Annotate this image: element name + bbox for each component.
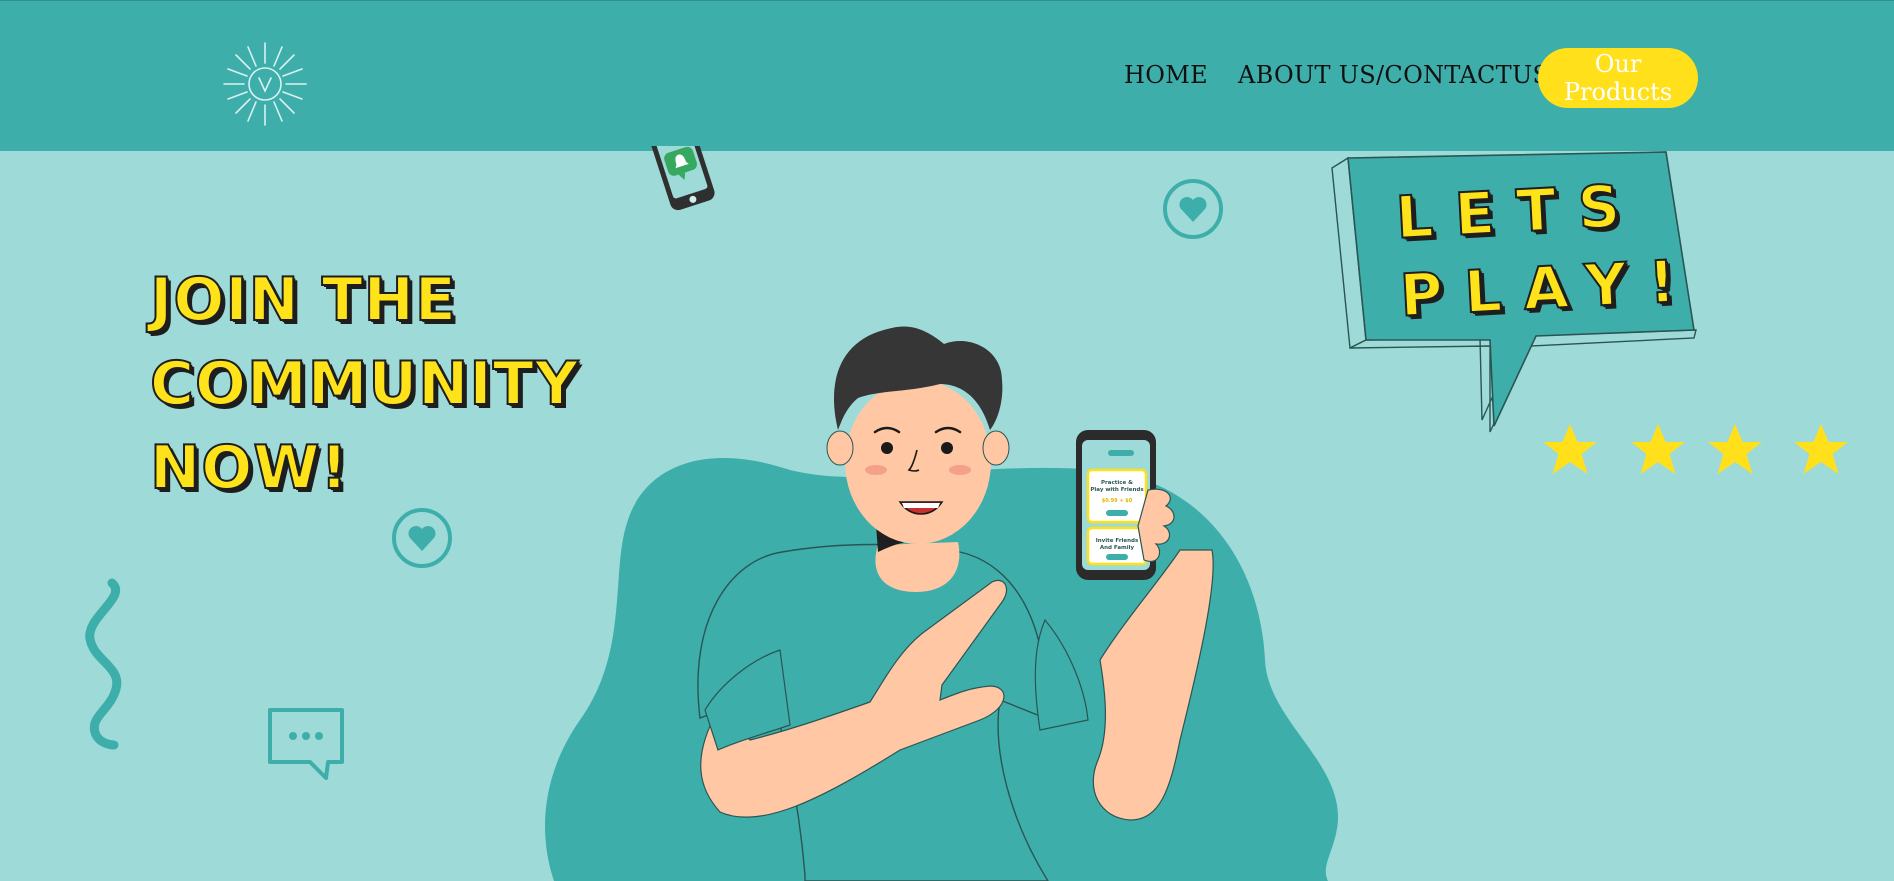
- bubble-line-1: LETS: [1393, 170, 1644, 253]
- navbar: HOME ABOUT US/CONTACTUS Our Products: [0, 0, 1894, 151]
- nav-link-about-contact[interactable]: ABOUT US/CONTACTUS: [1238, 61, 1549, 89]
- phone-card1-title: Practice &: [1101, 480, 1133, 486]
- phone-card2-subtitle: And Family: [1100, 545, 1135, 551]
- logo-icon[interactable]: [222, 41, 308, 127]
- heart-circle-icon: [1163, 179, 1223, 239]
- rating-stars: [1543, 424, 1848, 474]
- nav-link-home[interactable]: HOME: [1124, 61, 1208, 89]
- headline-line-1: JOIN THE: [149, 264, 457, 336]
- phone-card2-title: Invite Friends: [1096, 538, 1139, 544]
- headline-line-3: NOW!: [149, 432, 349, 504]
- hero-illustration: Practice & Play with Friends $0.99 + $0 …: [544, 326, 1339, 881]
- phone-notification-icon: [648, 146, 715, 211]
- our-products-button[interactable]: Our Products: [1538, 48, 1698, 108]
- chat-bubble-icon: [268, 708, 344, 780]
- phone-card1-subtitle: Play with Friends: [1090, 487, 1144, 493]
- hero-headline: JOIN THE COMMUNITY NOW!: [149, 258, 580, 510]
- phone-card1-price: $0.99 + $0: [1102, 498, 1133, 504]
- star-icon: [1631, 424, 1685, 474]
- headline-line-2: COMMUNITY: [149, 348, 580, 420]
- star-icon: [1708, 424, 1762, 474]
- star-icon: [1543, 424, 1597, 474]
- heart-circle-icon: [392, 508, 452, 568]
- bubble-line-2: PLAY!: [1397, 245, 1699, 330]
- squiggle-decoration: [85, 578, 122, 750]
- lets-play-text: LETS PLAY!: [1393, 165, 1699, 334]
- star-icon: [1794, 424, 1848, 474]
